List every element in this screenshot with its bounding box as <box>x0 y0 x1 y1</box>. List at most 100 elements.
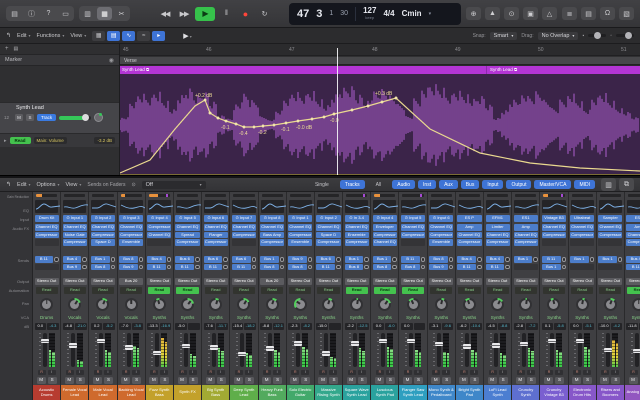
record-enable-button[interactable]: R <box>601 370 610 375</box>
input-monitor-button[interactable]: I <box>47 370 56 375</box>
automation-mode-slot[interactable]: Read <box>571 287 594 294</box>
audio-fx-slot[interactable]: Channel EQ <box>231 224 256 231</box>
send-level-knob[interactable] <box>307 257 313 262</box>
inspector-icon[interactable]: ⓘ <box>24 7 39 20</box>
channel-strip[interactable]: ⊙ Input 3 Channel EQ Compressor Ensemble Bus… <box>117 192 146 400</box>
audio-fx-slot[interactable]: Amp <box>513 224 538 231</box>
send-bus-label[interactable]: Bus 4 <box>457 256 476 263</box>
track-name-label[interactable]: Flanger Saw Synth Lead <box>399 385 427 400</box>
waveform-automation-canvas[interactable]: +0.2 dB-0.1-0.4 -0.2 -0.1 -0.0 dB-0.0+0.3 d… <box>120 74 640 175</box>
send-bus-label[interactable]: Bus 1 <box>344 256 364 263</box>
fader-cap[interactable] <box>547 338 556 344</box>
send-level-knob[interactable] <box>279 257 285 262</box>
send-slot[interactable]: Bus 8 <box>400 263 426 270</box>
replace-icon[interactable]: ▣ <box>523 7 538 20</box>
track-name-label[interactable]: Luscious Synth Pad <box>371 385 399 400</box>
record-enable-button[interactable]: R <box>573 370 582 375</box>
fader-track[interactable] <box>407 333 416 367</box>
filter-inst[interactable]: Inst <box>418 180 437 189</box>
audio-fx-slot[interactable]: Enveloper <box>372 224 397 231</box>
audio-fx-slot[interactable]: Limiter <box>485 224 510 231</box>
output-slot[interactable]: Stereo Out <box>288 278 313 285</box>
send-level-knob[interactable] <box>420 257 426 262</box>
record-enable-button[interactable]: R <box>206 370 215 375</box>
channel-strip[interactable]: ⊙ Input 2 Channel EQ Compressor Space D Bus … <box>89 192 118 400</box>
record-enable-button[interactable]: R <box>93 370 102 375</box>
output-slot[interactable]: Stereo Out <box>513 278 538 285</box>
fader-cap[interactable] <box>519 341 528 347</box>
tempo-display[interactable]: 127 keep <box>363 7 376 20</box>
send-bus-label[interactable]: B 11 <box>34 256 54 263</box>
eq-thumbnail[interactable] <box>570 200 596 213</box>
mixer-menu-options[interactable]: Options ▾ <box>37 182 60 188</box>
pan-knob[interactable] <box>547 297 561 311</box>
pan-knob[interactable] <box>40 297 54 311</box>
send-slot[interactable]: Bus 1 <box>570 256 595 263</box>
eq-thumbnail[interactable] <box>486 200 512 213</box>
input-monitor-button[interactable]: I <box>273 370 282 375</box>
media-browser-icon[interactable]: ▧ <box>619 7 634 20</box>
send-bus-label[interactable]: B 11 <box>541 256 561 263</box>
pan-knob[interactable] <box>406 297 420 311</box>
fader-track[interactable] <box>237 333 246 367</box>
input-monitor-button[interactable]: I <box>414 370 423 375</box>
send-bus-label[interactable]: Bus 8 <box>119 256 138 263</box>
send-level-knob[interactable] <box>82 264 87 269</box>
fader-track[interactable] <box>604 333 613 367</box>
solo-button[interactable]: S <box>160 377 170 384</box>
fader-track[interactable] <box>181 333 190 367</box>
tuner-icon[interactable]: ⊙ <box>504 7 519 20</box>
track-header-synth-lead[interactable]: Synth Lead 12 M S Track <box>0 102 119 134</box>
channel-strip[interactable]: ES2AmpChannel EQCompressorBus 4B 11Stere… <box>624 192 640 400</box>
automation-mode-slot[interactable]: Read <box>317 287 340 294</box>
input-monitor-button[interactable]: I <box>103 370 112 375</box>
mute-button[interactable]: M <box>628 377 638 384</box>
rewind-button[interactable]: ◀◀ <box>157 7 173 21</box>
input-monitor-button[interactable]: I <box>526 370 535 375</box>
send-bus-label[interactable]: B 11 <box>147 263 166 270</box>
send-slot[interactable]: Bus 1 <box>90 256 116 263</box>
fader-cap[interactable] <box>125 345 134 350</box>
automation-mode-slot[interactable]: Read <box>35 287 58 294</box>
audio-fx-slot[interactable]: Channel EQ <box>316 224 341 231</box>
bar-ruler[interactable]: 45 46 47 48 49 50 51 <box>120 44 640 56</box>
filter-mastervca[interactable]: Master/VCA <box>534 180 572 189</box>
audio-fx-slot[interactable]: Ensemble <box>119 239 144 246</box>
send-level-knob[interactable] <box>589 257 595 262</box>
track-mute-button[interactable]: M <box>15 114 23 121</box>
mute-button[interactable]: M <box>374 377 384 384</box>
send-bus-label[interactable]: Bus 1 <box>90 256 110 263</box>
solo-button[interactable]: S <box>470 377 480 384</box>
audio-fx-slot[interactable]: Compressor <box>316 239 341 246</box>
add-track-button[interactable]: + <box>5 46 9 52</box>
fader-track[interactable] <box>153 333 162 367</box>
fader-cap[interactable] <box>237 351 246 357</box>
audio-fx-slot[interactable]: Bass Amp <box>260 231 285 238</box>
menu-edit[interactable]: Edit ▾ <box>17 33 31 39</box>
marker-lane-header[interactable]: Marker ◉ <box>0 55 119 66</box>
solo-button[interactable]: S <box>583 377 593 384</box>
audio-fx-empty-slot[interactable] <box>34 239 59 246</box>
input-slot[interactable]: ES1 <box>513 215 538 222</box>
pan-knob[interactable] <box>181 297 195 311</box>
fader-track[interactable] <box>40 333 49 367</box>
audio-fx-slot[interactable]: Channel EQ <box>400 224 426 231</box>
fader-cap[interactable] <box>435 341 444 347</box>
channel-strip[interactable]: ⊙ Input 7 Channel EQ Compressor Bus 6B 11 St… <box>230 192 259 400</box>
eq-thumbnail[interactable] <box>626 200 640 213</box>
send-slot[interactable]: Bus 6 <box>203 256 228 263</box>
mute-button[interactable]: M <box>515 377 525 384</box>
catch-playhead-icon[interactable]: ▸ <box>152 30 166 41</box>
pan-knob[interactable] <box>462 297 476 311</box>
mute-button[interactable]: M <box>600 377 610 384</box>
fader-track[interactable] <box>378 333 387 367</box>
mute-button[interactable]: M <box>64 377 74 384</box>
audio-fx-slot[interactable]: Channel EQ <box>541 224 567 231</box>
channel-strip[interactable]: ⊙ In 3-4 Channel EQ Ensemble Compressor Bus … <box>343 192 372 400</box>
send-bus-label[interactable]: Bus 8 <box>429 256 448 263</box>
channel-strip[interactable]: ES1 Amp Channel EQ Compressor Bus 1 Stereo Ou… <box>512 192 541 400</box>
send-slot[interactable]: Bus 9 <box>119 263 144 270</box>
audio-fx-slot[interactable]: Channel EQ <box>203 224 228 231</box>
automation-mode-slot[interactable]: Read <box>148 287 171 294</box>
automation-mode-slot[interactable]: Read <box>599 287 622 294</box>
